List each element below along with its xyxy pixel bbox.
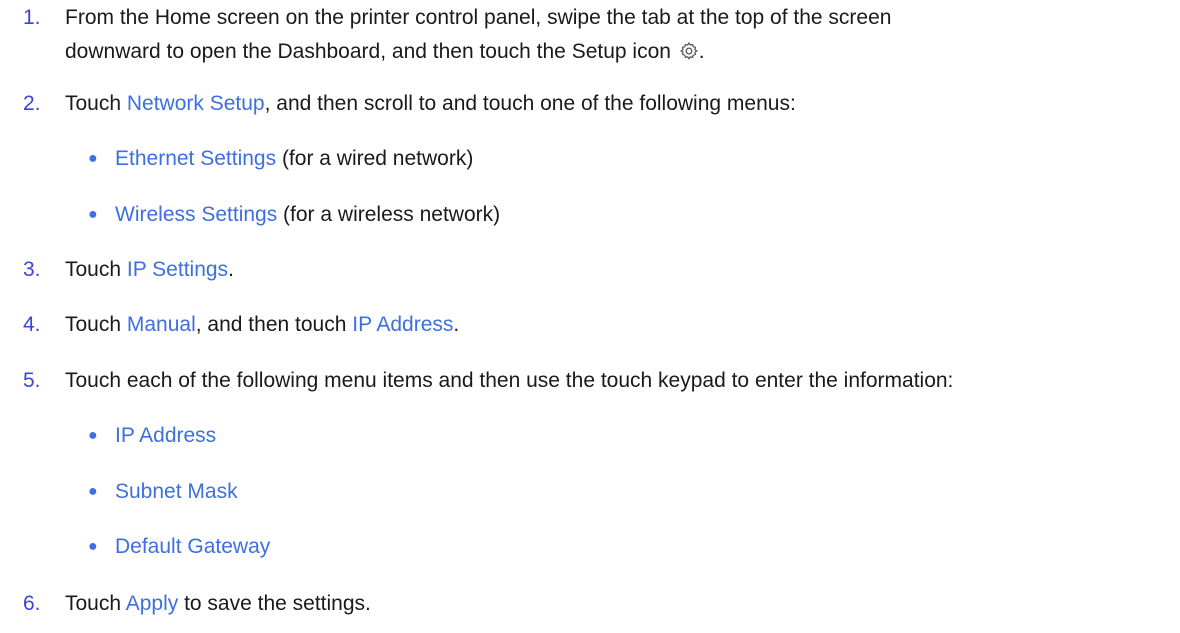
bullet-icon: ●: [88, 427, 98, 444]
step-text-part: downward to open the Dashboard, and then…: [65, 40, 671, 63]
step-text-end: .: [698, 40, 705, 63]
bullet-icon: ●: [88, 150, 98, 167]
step-text: Touch each of the following menu items a…: [65, 369, 954, 392]
step-text: From the Home screen on the printer cont…: [65, 6, 892, 29]
link-ip-settings[interactable]: IP Settings: [127, 258, 228, 281]
step-text-part: Touch: [65, 313, 127, 336]
step-text-part: to save the settings.: [178, 592, 371, 615]
step-text-part: , and then touch: [195, 313, 353, 336]
link-manual[interactable]: Manual: [127, 313, 196, 336]
link-apply[interactable]: Apply: [126, 592, 179, 615]
link-default-gateway[interactable]: Default Gateway: [115, 533, 270, 561]
subitem-text: Wireless Settings (for a wireless networ…: [115, 201, 500, 229]
step-text: Touch Apply to save the settings.: [65, 590, 1170, 618]
subitem-text: Ethernet Settings (for a wired network): [115, 145, 473, 173]
bullet-icon: ●: [88, 206, 98, 223]
step-text-part: , and then scroll to and touch one of th…: [264, 92, 796, 115]
subitem-note: (for a wireless network): [277, 203, 501, 226]
step-text-part: Touch: [65, 92, 127, 115]
step-number: 3.: [23, 258, 41, 281]
bullet-icon: ●: [88, 483, 98, 500]
step-text: Touch Network Setup, and then scroll to …: [65, 90, 1170, 118]
link-ethernet-settings[interactable]: Ethernet Settings: [115, 147, 276, 170]
step-text-part: Touch: [65, 258, 127, 281]
link-network-setup[interactable]: Network Setup: [127, 92, 265, 115]
step-number: 2.: [23, 92, 41, 115]
step-number: 5.: [23, 369, 41, 392]
step-text-part: Touch: [65, 592, 126, 615]
step-number: 4.: [23, 313, 41, 336]
step-text-line2: downward to open the Dashboard, and then…: [65, 38, 1170, 66]
step-text-part: .: [228, 258, 234, 281]
link-ip-address[interactable]: IP Address: [352, 313, 453, 336]
step-text-part: .: [453, 313, 460, 336]
bullet-icon: ●: [88, 538, 98, 555]
link-subnet-mask[interactable]: Subnet Mask: [115, 478, 238, 506]
subitem-note: (for a wired network): [276, 147, 474, 170]
link-ip-address-field[interactable]: IP Address: [115, 422, 216, 450]
step-text: Touch Manual, and then touch IP Address.: [65, 311, 1170, 339]
step-text: Touch IP Settings.: [65, 256, 1170, 284]
step-number: 1.: [23, 6, 41, 29]
gear-icon: [679, 41, 698, 60]
link-wireless-settings[interactable]: Wireless Settings: [115, 203, 277, 226]
step-number: 6.: [23, 592, 41, 615]
